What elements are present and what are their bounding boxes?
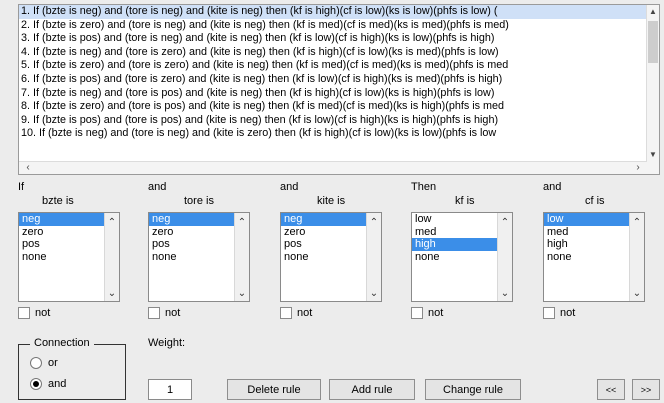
radio-or[interactable]: or [30, 357, 58, 369]
scroll-corner [647, 162, 659, 174]
not-label: not [560, 307, 576, 319]
rule-item[interactable]: 8. If (bzte is zero) and (tore is pos) a… [19, 100, 647, 114]
connection-label: Connection [30, 337, 94, 349]
not-label: not [297, 307, 313, 319]
not-bzte-checkbox[interactable] [18, 307, 30, 319]
rule-item[interactable]: 6. If (bzte is pos) and (tore is zero) a… [19, 73, 647, 87]
listbox-scrollbar[interactable]: ⌃ ⌄ [629, 213, 644, 301]
listbox-scrollbar[interactable]: ⌃ ⌄ [366, 213, 381, 301]
chevron-down-icon[interactable]: ⌄ [498, 288, 512, 299]
listbox-scrollbar[interactable]: ⌃ ⌄ [104, 213, 119, 301]
not-cf-checkbox[interactable] [543, 307, 555, 319]
change-rule-button[interactable]: Change rule [425, 379, 521, 400]
rule-item[interactable]: 3. If (bzte is pos) and (tore is neg) an… [19, 32, 647, 46]
not-cf[interactable]: not [543, 306, 575, 320]
col-var-4: kf is [455, 195, 475, 207]
scroll-thumb[interactable] [648, 21, 658, 63]
not-tore[interactable]: not [148, 306, 180, 320]
kite-listbox[interactable]: neg zero pos none ⌃ ⌄ [280, 212, 382, 302]
chevron-up-icon[interactable]: ⌃ [498, 217, 512, 228]
prev-button[interactable]: << [597, 379, 625, 400]
rules-list-content: 1. If (bzte is neg) and (tore is neg) an… [19, 5, 647, 162]
scroll-up-icon[interactable]: ▲ [647, 5, 659, 19]
radio-or-button[interactable] [30, 357, 42, 369]
cf-listbox[interactable]: low med high none ⌃ ⌄ [543, 212, 645, 302]
not-kite[interactable]: not [280, 306, 312, 320]
rules-vertical-scrollbar[interactable]: ▲ ▼ [646, 5, 659, 162]
radio-and-label: and [48, 378, 67, 390]
col-prefix-4: Then [411, 181, 437, 193]
scroll-left-icon[interactable]: ‹ [21, 162, 35, 174]
rules-list[interactable]: 1. If (bzte is neg) and (tore is neg) an… [18, 4, 660, 175]
add-rule-button[interactable]: Add rule [329, 379, 415, 400]
chevron-up-icon[interactable]: ⌃ [105, 217, 119, 228]
not-tore-checkbox[interactable] [148, 307, 160, 319]
col-var-2: tore is [184, 195, 214, 207]
chevron-down-icon[interactable]: ⌄ [630, 288, 644, 299]
not-bzte[interactable]: not [18, 306, 50, 320]
chevron-up-icon[interactable]: ⌃ [630, 217, 644, 228]
chevron-down-icon[interactable]: ⌄ [235, 288, 249, 299]
bzte-listbox[interactable]: neg zero pos none ⌃ ⌄ [18, 212, 120, 302]
col-var-1: bzte is [42, 195, 74, 207]
radio-and-button[interactable] [30, 378, 42, 390]
delete-rule-button[interactable]: Delete rule [227, 379, 321, 400]
not-label: not [35, 307, 51, 319]
radio-and[interactable]: and [30, 378, 66, 390]
rule-item[interactable]: 7. If (bzte is neg) and (tore is pos) an… [19, 87, 647, 101]
rule-item[interactable]: 5. If (bzte is zero) and (tore is zero) … [19, 59, 647, 73]
next-button[interactable]: >> [632, 379, 660, 400]
rule-item[interactable]: 2. If (bzte is zero) and (tore is neg) a… [19, 19, 647, 33]
kf-listbox[interactable]: low med high none ⌃ ⌄ [411, 212, 513, 302]
scroll-right-icon[interactable]: › [631, 162, 645, 174]
col-var-3: kite is [317, 195, 346, 207]
not-label: not [165, 307, 181, 319]
radio-or-label: or [48, 357, 58, 369]
col-prefix-3: and [280, 181, 299, 193]
listbox-scrollbar[interactable]: ⌃ ⌄ [234, 213, 249, 301]
not-kf[interactable]: not [411, 306, 443, 320]
tore-listbox[interactable]: neg zero pos none ⌃ ⌄ [148, 212, 250, 302]
connection-group [18, 344, 126, 400]
listbox-scrollbar[interactable]: ⌃ ⌄ [497, 213, 512, 301]
col-prefix-5: and [543, 181, 562, 193]
weight-label: Weight: [148, 337, 186, 349]
rule-item[interactable]: 4. If (bzte is neg) and (tore is zero) a… [19, 46, 647, 60]
scroll-down-icon[interactable]: ▼ [647, 148, 659, 162]
weight-input[interactable]: 1 [148, 379, 192, 400]
not-kf-checkbox[interactable] [411, 307, 423, 319]
rule-item[interactable]: 1. If (bzte is neg) and (tore is neg) an… [19, 5, 647, 19]
rule-item[interactable]: 9. If (bzte is pos) and (tore is pos) an… [19, 114, 647, 128]
col-prefix-2: and [148, 181, 167, 193]
chevron-down-icon[interactable]: ⌄ [367, 288, 381, 299]
rule-item[interactable]: 10. If (bzte is neg) and (tore is neg) a… [19, 127, 647, 141]
chevron-up-icon[interactable]: ⌃ [235, 217, 249, 228]
chevron-up-icon[interactable]: ⌃ [367, 217, 381, 228]
col-var-5: cf is [585, 195, 605, 207]
not-kite-checkbox[interactable] [280, 307, 292, 319]
col-prefix-1: If [18, 181, 25, 193]
rules-horizontal-scrollbar[interactable]: ‹ › [19, 161, 647, 174]
not-label: not [428, 307, 444, 319]
chevron-down-icon[interactable]: ⌄ [105, 288, 119, 299]
